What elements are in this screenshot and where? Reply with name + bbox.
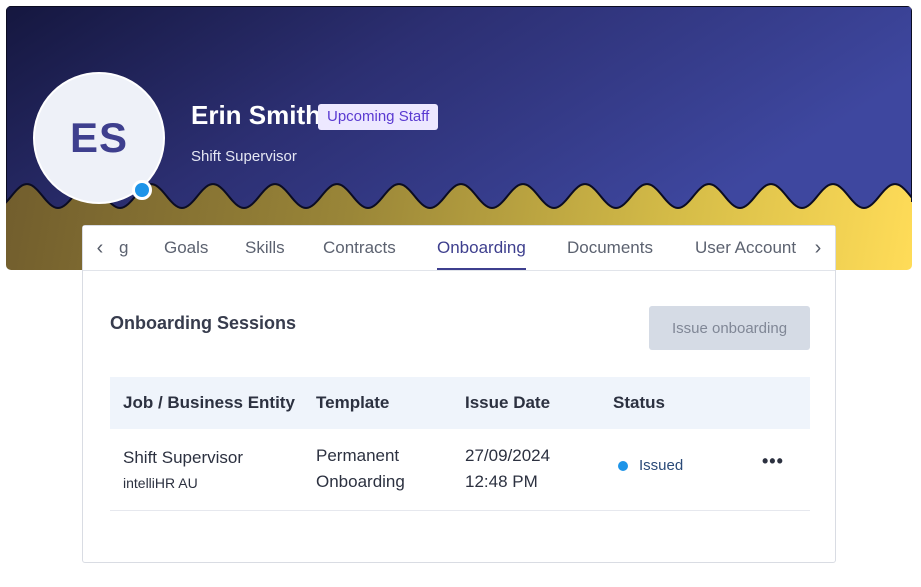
tab-skills[interactable]: Skills bbox=[245, 226, 285, 270]
profile-name: Erin Smith bbox=[191, 100, 322, 130]
status-text: Issued bbox=[639, 457, 684, 474]
issue-date: 27/09/2024 bbox=[465, 446, 551, 465]
presence-indicator bbox=[132, 180, 152, 200]
chevron-left-icon[interactable]: ‹ bbox=[83, 226, 117, 270]
onboarding-table: Job / Business Entity Template Issue Dat… bbox=[110, 377, 810, 511]
chevron-right-icon[interactable]: › bbox=[801, 226, 835, 270]
template-cell: Permanent Onboarding bbox=[316, 443, 405, 495]
more-options-icon[interactable]: ••• bbox=[762, 451, 784, 472]
tab-contracts[interactable]: Contracts bbox=[323, 226, 396, 270]
issue-date-cell: 27/09/2024 12:48 PM bbox=[465, 443, 550, 495]
business-entity: intelliHR AU bbox=[123, 475, 198, 491]
template-line-2: Onboarding bbox=[316, 472, 405, 491]
column-header-job[interactable]: Job / Business Entity bbox=[123, 377, 295, 429]
column-header-issue-date[interactable]: Issue Date bbox=[465, 377, 550, 429]
job-name: Shift Supervisor bbox=[123, 448, 243, 467]
column-header-template[interactable]: Template bbox=[316, 377, 389, 429]
tab-goals[interactable]: Goals bbox=[164, 226, 208, 270]
status-cell: Issued bbox=[618, 457, 683, 474]
profile-job-title: Shift Supervisor bbox=[191, 148, 297, 165]
table-row[interactable]: Shift Supervisor intelliHR AU Permanent … bbox=[110, 429, 810, 511]
tab-bar: ‹ g Goals Skills Contracts Onboarding Do… bbox=[83, 226, 835, 271]
job-cell: Shift Supervisor intelliHR AU bbox=[123, 445, 243, 495]
profile-card: ‹ g Goals Skills Contracts Onboarding Do… bbox=[82, 225, 836, 563]
section-title: Onboarding Sessions bbox=[110, 313, 297, 333]
tab-user-account[interactable]: User Account bbox=[695, 226, 796, 270]
status-badge: Upcoming Staff bbox=[318, 104, 439, 130]
status-dot-icon bbox=[618, 460, 628, 471]
tab-partial[interactable]: g bbox=[119, 226, 128, 270]
column-header-status[interactable]: Status bbox=[613, 377, 665, 429]
issue-time: 12:48 PM bbox=[465, 472, 538, 491]
issue-onboarding-button[interactable]: Issue onboarding bbox=[649, 306, 810, 350]
template-line-1: Permanent bbox=[316, 446, 400, 465]
tab-onboarding[interactable]: Onboarding bbox=[437, 226, 526, 270]
tab-documents[interactable]: Documents bbox=[567, 226, 653, 270]
table-header: Job / Business Entity Template Issue Dat… bbox=[110, 377, 810, 429]
